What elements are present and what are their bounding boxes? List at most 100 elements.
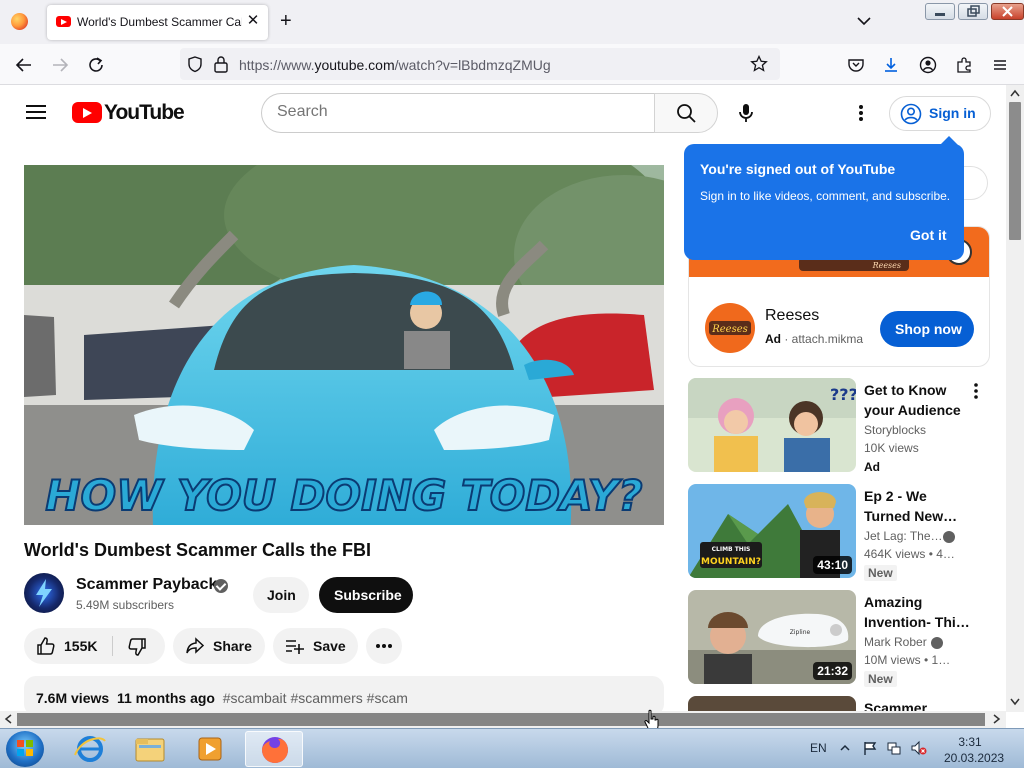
scroll-right-arrow-icon[interactable] [993,714,1001,724]
extensions-puzzle-icon[interactable] [955,56,973,74]
system-clock[interactable]: 3:31 20.03.2023 [944,734,1004,766]
join-button[interactable]: Join [253,577,309,613]
tooltip-body: Sign in to like videos, comment, and sub… [700,189,951,203]
tray-expand-icon[interactable] [840,743,850,753]
taskbar-media-player[interactable] [181,731,239,767]
youtube-logo-icon[interactable] [72,102,102,123]
video-duration: 43:10 [813,556,852,574]
recommendation-item[interactable]: ??? Get to Know your Audience Storyblock… [688,378,988,474]
bookmark-star-icon[interactable] [750,55,768,73]
user-circle-icon [900,103,922,125]
recommendation-channel[interactable]: Mark Rober [864,635,927,649]
start-button[interactable] [6,731,44,767]
browser-tab[interactable]: World's Dumbest Scammer Calls the FBI ✕ [47,5,268,40]
reload-icon[interactable] [87,56,105,74]
address-bar[interactable]: https://www.youtube.com/watch?v=lBbdmzqZ… [180,48,780,80]
input-language[interactable]: EN [810,741,827,755]
subscribe-button[interactable]: Subscribe [319,577,413,613]
forward-arrow-icon[interactable] [51,56,69,74]
minimize-button[interactable] [925,3,955,20]
video-thumbnail[interactable]: CLIMB THIS MOUNTAIN? 43:10 [688,484,856,578]
taskbar-file-explorer[interactable] [121,731,179,767]
taskbar-firefox[interactable] [245,731,303,767]
like-dislike-group: 155K [24,628,165,664]
verified-check-icon [214,579,228,593]
chevron-down-icon[interactable] [857,14,871,28]
recommendation-title[interactable]: Get to Know your Audience [864,380,974,420]
downloads-icon[interactable] [882,56,900,74]
recommendation-title[interactable]: Scammer [864,698,974,711]
more-horizontal-icon [376,644,392,648]
scroll-down-arrow-icon[interactable] [1010,698,1020,706]
recommendation-channel[interactable]: Jet Lag: The… [864,529,943,543]
channel-avatar[interactable] [24,573,64,613]
network-icon[interactable] [886,740,902,756]
youtube-favicon-icon [56,16,71,27]
video-thumbnail[interactable] [688,696,856,711]
video-player[interactable]: HOW YOU DOING TODAY? [24,165,664,525]
youtube-logo-text[interactable]: YouTube [104,101,185,125]
thumbs-up-icon [37,637,55,655]
video-thumbnail[interactable]: ??? [688,378,856,472]
video-thumbnail[interactable]: Zipline 21:32 [688,590,856,684]
recommendation-views: 10M views • 1… [864,653,951,667]
search-box[interactable] [261,93,655,133]
account-icon[interactable] [919,56,937,74]
search-button[interactable] [654,93,718,133]
new-tab-icon[interactable]: + [280,11,292,31]
navigation-toolbar: https://www.youtube.com/watch?v=lBbdmzqZ… [0,44,1024,85]
svg-text:CLIMB THIS: CLIMB THIS [712,546,751,553]
action-center-flag-icon[interactable] [862,740,878,756]
app-menu-icon[interactable] [991,56,1009,74]
firefox-icon[interactable] [11,13,28,30]
pocket-icon[interactable] [847,56,865,74]
recommendation-item[interactable]: CLIMB THIS MOUNTAIN? 43:10 Ep 2 - We Tur… [688,484,988,581]
volume-muted-icon[interactable] [910,740,928,756]
description-box[interactable]: 7.6M views 11 months ago #scambait #scam… [24,676,664,716]
recommendation-views: 464K views • 4… [864,547,955,561]
back-arrow-icon[interactable] [15,56,33,74]
vertical-scroll-thumb[interactable] [1009,102,1021,240]
recommendation-title[interactable]: Ep 2 - We Turned New… [864,486,974,526]
browser-tab-bar: World's Dumbest Scammer Calls the FBI ✕ … [0,0,1024,44]
recommendation-channel[interactable]: Storyblocks [864,423,926,437]
scroll-left-arrow-icon[interactable] [4,714,12,724]
windows-logo-icon [17,740,33,756]
search-input[interactable] [277,103,637,121]
lock-icon[interactable] [213,55,229,73]
taskbar-internet-explorer[interactable] [61,731,119,767]
shop-now-button[interactable]: Shop now [880,311,974,347]
microphone-icon[interactable] [734,101,758,125]
like-button[interactable]: 155K [24,628,112,664]
new-badge: New [864,671,897,687]
recommendation-item[interactable]: Zipline 21:32 Amazing Invention- Thi… Ma… [688,590,988,687]
sign-in-button[interactable]: Sign in [889,96,991,131]
folder-icon [135,738,165,762]
item-menu-icon[interactable] [972,382,980,400]
more-actions-button[interactable] [366,628,402,664]
save-button[interactable]: Save [273,628,358,664]
restore-button[interactable] [958,3,988,20]
share-button[interactable]: Share [173,628,265,664]
internet-explorer-icon [74,736,106,762]
recommendation-title[interactable]: Amazing Invention- Thi… [864,592,974,632]
channel-name[interactable]: Scammer Payback [76,576,217,594]
windows-taskbar: EN 3:31 20.03.2023 [0,728,1024,768]
vertical-scrollbar[interactable] [1006,85,1024,712]
horizontal-scroll-thumb[interactable] [17,713,985,726]
got-it-button[interactable]: Got it [910,227,947,243]
close-window-button[interactable] [991,3,1024,20]
dislike-button[interactable] [113,628,165,664]
url-text: https://www.youtube.com/watch?v=lBbdmzqZ… [239,57,551,73]
scroll-up-arrow-icon[interactable] [1010,89,1020,97]
advertiser-name[interactable]: Reeses [765,307,819,325]
guide-menu-icon[interactable] [26,105,46,119]
advertiser-logo[interactable]: Reeses [705,303,755,353]
tracking-shield-icon[interactable] [186,55,204,73]
horizontal-scrollbar[interactable] [0,711,1006,728]
ad-meta: Ad · attach.mikma [765,332,864,346]
close-tab-icon[interactable]: ✕ [244,12,262,30]
tooltip-heading: You're signed out of YouTube [700,161,896,177]
recommendation-item[interactable]: Scammer [688,696,988,711]
settings-more-icon[interactable] [851,103,871,123]
